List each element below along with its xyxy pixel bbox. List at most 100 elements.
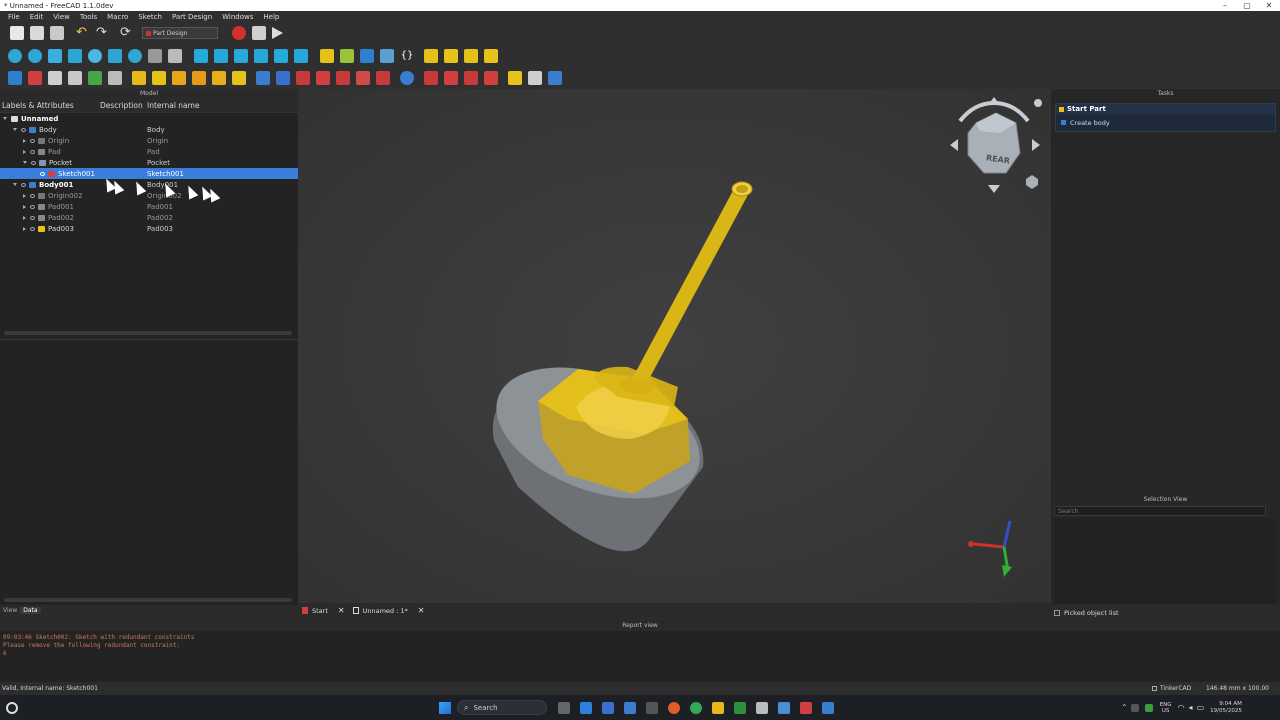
macros-icon[interactable] (252, 26, 266, 40)
task-view-icon[interactable] (558, 701, 570, 714)
spreadsheet-icon[interactable] (444, 48, 458, 63)
volume-icon[interactable]: ◂ (1189, 703, 1193, 712)
close-icon[interactable]: ✕ (1258, 0, 1280, 11)
expand-icon[interactable] (13, 183, 17, 186)
body-icon[interactable] (8, 71, 22, 85)
visibility-icon[interactable] (30, 226, 35, 231)
tree-item-pad003[interactable]: Pad003 Pad003 (0, 223, 298, 234)
language-indicator[interactable]: ENG US (1160, 702, 1172, 714)
tray-icon[interactable] (1144, 703, 1153, 712)
isometric-icon[interactable] (48, 48, 62, 63)
view-rear-icon[interactable] (254, 48, 268, 63)
taskbar-search[interactable]: ⌕ Search (457, 700, 547, 715)
multi-transform-icon[interactable] (548, 71, 562, 85)
subtractive-loft-icon[interactable] (316, 71, 330, 85)
zoom-icon[interactable] (128, 48, 142, 63)
refresh-icon[interactable]: ⟳ (120, 26, 134, 40)
fit-selection-icon[interactable] (28, 48, 42, 63)
sketch-icon[interactable] (28, 71, 42, 85)
subtractive-pipe-icon[interactable] (336, 71, 350, 85)
wifi-icon[interactable]: ◠ (1178, 703, 1185, 712)
menu-sketch[interactable]: Sketch (133, 13, 167, 21)
linear-pattern-icon[interactable] (528, 71, 542, 85)
tab-data[interactable]: Data (20, 606, 41, 614)
menu-file[interactable]: File (3, 13, 25, 21)
tree-scrollbar[interactable] (4, 331, 292, 335)
additive-pipe-icon[interactable] (192, 71, 206, 85)
3d-scene[interactable] (298, 89, 1051, 603)
menu-view[interactable]: View (48, 13, 75, 21)
selection-list[interactable] (1054, 518, 1276, 604)
view-bottom-icon[interactable] (274, 48, 288, 63)
material-icon[interactable] (464, 48, 478, 63)
copilot-icon[interactable] (580, 701, 592, 714)
chamfer-icon[interactable] (444, 71, 458, 85)
visibility-icon[interactable] (21, 182, 26, 187)
groove-icon[interactable] (296, 71, 310, 85)
fillet-icon[interactable] (424, 71, 438, 85)
chrome-icon[interactable] (690, 701, 702, 714)
tab-unnamed[interactable]: Unnamed : 1* ✕ (349, 603, 429, 618)
tab-view[interactable]: View (0, 607, 20, 614)
expand-icon[interactable] (13, 128, 17, 131)
view-right-icon[interactable] (234, 48, 248, 63)
app-icon[interactable] (756, 701, 768, 714)
menu-tools[interactable]: Tools (75, 13, 102, 21)
visibility-icon[interactable] (21, 127, 26, 132)
tree-item-pad[interactable]: Pad Pad (0, 146, 298, 157)
expression-icon[interactable]: {} (400, 49, 414, 63)
app-icon[interactable] (822, 701, 834, 714)
menu-windows[interactable]: Windows (217, 13, 258, 21)
record-macro-icon[interactable] (232, 26, 246, 40)
measure-icon[interactable] (148, 48, 162, 63)
menu-macro[interactable]: Macro (102, 13, 133, 21)
tab-start[interactable]: Start ✕ (298, 603, 349, 618)
column-internal-name[interactable]: Internal name (147, 101, 200, 110)
additive-primitive-icon[interactable] (232, 71, 246, 85)
group-icon[interactable] (360, 48, 374, 63)
visibility-icon[interactable] (30, 193, 35, 198)
create-variable-set-icon[interactable] (424, 48, 438, 63)
tree-item-origin[interactable]: Origin Origin (0, 135, 298, 146)
link-icon[interactable] (340, 48, 354, 63)
app-icon[interactable] (734, 701, 746, 714)
appearance-icon[interactable] (484, 48, 498, 63)
validate-sketch-icon[interactable] (48, 71, 62, 85)
navigation-cube[interactable]: REAR (944, 93, 1044, 193)
boolean-icon[interactable] (400, 71, 414, 85)
visibility-icon[interactable] (30, 215, 35, 220)
picked-object-list-toggle[interactable]: Picked object list (1054, 609, 1119, 617)
part-icon[interactable] (320, 48, 334, 63)
tree-item-body001[interactable]: Body001 Body001 (0, 179, 298, 190)
widgets-icon[interactable] (6, 701, 18, 714)
mirrored-icon[interactable] (508, 71, 522, 85)
undo-icon[interactable]: ↶ (76, 26, 90, 40)
whats-this-icon[interactable] (168, 48, 182, 63)
pad-icon[interactable] (132, 71, 146, 85)
revolution-icon[interactable] (152, 71, 166, 85)
subtractive-primitive-icon[interactable] (376, 71, 390, 85)
battery-icon[interactable]: ▭ (1197, 703, 1205, 712)
save-icon[interactable] (50, 26, 64, 40)
hole-icon[interactable] (276, 71, 290, 85)
selection-search-input[interactable]: Search (1054, 506, 1266, 516)
new-document-icon[interactable] (10, 26, 24, 40)
3d-viewport[interactable]: REAR (298, 89, 1051, 603)
expand-icon[interactable] (23, 149, 26, 154)
clock[interactable]: 9:04 AM 19/05/2025 (1210, 701, 1242, 715)
tree-item-pocket[interactable]: Pocket Pocket (0, 157, 298, 168)
app-icon[interactable] (624, 701, 636, 714)
navcube-graphic[interactable] (944, 93, 1044, 193)
tray-icon[interactable] (1130, 703, 1139, 712)
tree-item-sketch001[interactable]: Sketch001 Sketch001 (0, 168, 298, 179)
open-icon[interactable] (30, 26, 44, 40)
tree-item-unnamed[interactable]: Unnamed (0, 113, 298, 124)
subtractive-helix-icon[interactable] (356, 71, 370, 85)
expand-icon[interactable] (23, 161, 27, 164)
close-tab-icon[interactable]: ✕ (338, 606, 345, 615)
tree-item-pad001[interactable]: Pad001 Pad001 (0, 201, 298, 212)
minimize-icon[interactable]: – (1214, 0, 1236, 11)
create-body-button[interactable]: Create body (1056, 115, 1275, 131)
view-top-icon[interactable] (214, 48, 228, 63)
draft-icon[interactable] (464, 71, 478, 85)
